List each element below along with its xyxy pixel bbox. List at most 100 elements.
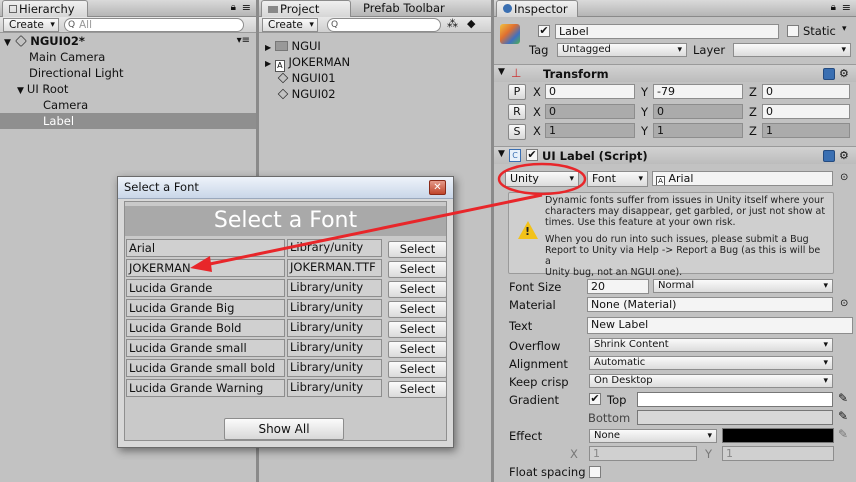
info-icon	[503, 4, 512, 13]
font-button[interactable]: Font	[587, 171, 648, 187]
lock-icon[interactable]: 🔒︎	[231, 2, 236, 13]
hierarchy-item-label[interactable]: Label	[0, 113, 256, 129]
collapse-arrow-icon[interactable]: ▼	[498, 67, 505, 77]
tag-dropdown[interactable]: Untagged	[557, 43, 687, 57]
font-type-dropdown[interactable]: Unity	[505, 171, 579, 187]
hierarchy-item-main-camera[interactable]: Main Camera	[0, 49, 256, 65]
keep-crisp-dropdown[interactable]: On Desktop	[589, 374, 833, 388]
uilabel-header[interactable]: ▼ C ✔ UI Label (Script) ⚙	[494, 146, 856, 164]
scale-x-field[interactable]: 1	[545, 123, 635, 138]
folder-icon	[268, 6, 278, 13]
object-picker-icon[interactable]: ⊙	[840, 172, 848, 183]
select-button[interactable]: Select	[388, 301, 447, 318]
material-field[interactable]: None (Material)	[587, 297, 833, 312]
alignment-dropdown[interactable]: Automatic	[589, 356, 833, 370]
reset-position-button[interactable]: P	[508, 84, 526, 100]
search-input[interactable]: All	[64, 18, 244, 32]
tab-project[interactable]: Project	[261, 0, 351, 17]
panel-menu-icon[interactable]: ≡	[242, 1, 251, 14]
effect-dropdown[interactable]: None	[589, 429, 717, 443]
collapsed-arrow-icon[interactable]: ▶	[265, 59, 271, 68]
position-z-field[interactable]: 0	[762, 84, 850, 99]
gradient-top-color[interactable]	[637, 392, 833, 407]
hierarchy-toolbar: Create All	[0, 17, 256, 33]
hierarchy-item-camera[interactable]: Camera	[0, 97, 256, 113]
position-y-field[interactable]: -79	[653, 84, 743, 99]
static-checkbox[interactable]	[787, 25, 799, 37]
font-style-dropdown[interactable]: Normal	[653, 279, 833, 293]
float-spacing-checkbox[interactable]	[589, 466, 601, 478]
select-button[interactable]: Select	[388, 381, 447, 398]
gear-icon[interactable]: ⚙	[839, 150, 849, 162]
filter-by-label-icon[interactable]: ◆	[467, 17, 475, 30]
scale-z-field[interactable]: 1	[762, 123, 850, 138]
eyedropper-icon[interactable]: ✎	[838, 427, 848, 441]
font-row: Lucida Grande Library/unity Select	[126, 279, 447, 299]
effect-color[interactable]	[722, 428, 834, 443]
panel-menu-icon[interactable]: ≡	[842, 1, 851, 14]
scale-y-field[interactable]: 1	[653, 123, 743, 138]
help-book-icon[interactable]	[823, 68, 835, 80]
scene-menu-icon[interactable]: ▾≡	[237, 33, 250, 49]
gear-icon[interactable]: ⚙	[839, 68, 849, 80]
select-button[interactable]: Select	[388, 241, 447, 258]
gradient-checkbox[interactable]: ✔	[589, 393, 601, 405]
font-size-field[interactable]: 20	[587, 279, 649, 294]
project-toolbar: Create ⁂ ◆	[259, 17, 491, 33]
object-name-field[interactable]: Label	[555, 24, 779, 39]
project-item-jokerman[interactable]: ▶ A JOKERMAN	[259, 54, 491, 72]
dialog-title-bar[interactable]: Select a Font ✕	[118, 177, 453, 199]
lock-icon[interactable]: 🔒︎	[831, 2, 836, 13]
project-item-ngui[interactable]: ▶ NGUI	[259, 38, 491, 54]
effect-x-field[interactable]: 1	[589, 446, 697, 461]
tab-inspector[interactable]: Inspector	[496, 0, 578, 17]
create-button[interactable]: Create	[3, 18, 59, 32]
filter-by-type-icon[interactable]: ⁂	[447, 17, 458, 30]
help-line: Report to Unity via Help -> Report a Bug…	[545, 245, 821, 267]
font-row: Lucida Grande Big Library/unity Select	[126, 299, 447, 319]
rotation-x-field[interactable]: 0	[545, 104, 635, 119]
eyedropper-icon[interactable]: ✎	[838, 391, 848, 405]
select-button[interactable]: Select	[388, 321, 447, 338]
font-name: Arial	[126, 239, 285, 257]
expand-arrow-icon[interactable]: ▼	[17, 86, 24, 96]
collapsed-arrow-icon[interactable]: ▶	[265, 43, 271, 52]
active-checkbox[interactable]: ✔	[538, 25, 550, 37]
create-button[interactable]: Create	[262, 18, 318, 32]
project-item-ngui02[interactable]: NGUI02	[259, 86, 491, 102]
scene-row[interactable]: ▼ NGUI02* ▾≡	[0, 33, 256, 49]
help-line: When you do run into such issues, please…	[545, 234, 809, 245]
rotation-y-field[interactable]: 0	[653, 104, 743, 119]
layer-dropdown[interactable]	[733, 43, 851, 57]
close-icon[interactable]: ✕	[429, 180, 446, 195]
collapse-arrow-icon[interactable]: ▼	[498, 149, 505, 159]
eyedropper-icon[interactable]: ✎	[838, 409, 848, 423]
tab-hierarchy[interactable]: Hierarchy	[2, 0, 88, 17]
tab-prefab-toolbar[interactable]: Prefab Toolbar	[357, 0, 457, 17]
font-object-field[interactable]: A Arial	[652, 171, 833, 186]
select-button[interactable]: Select	[388, 341, 447, 358]
help-book-icon[interactable]	[823, 150, 835, 162]
select-button[interactable]: Select	[388, 281, 447, 298]
overflow-dropdown[interactable]: Shrink Content	[589, 338, 833, 352]
expand-arrow-icon[interactable]: ▼	[4, 38, 11, 48]
project-search-input[interactable]	[327, 18, 441, 32]
select-button[interactable]: Select	[388, 261, 447, 278]
gradient-bottom-color[interactable]	[637, 410, 833, 425]
show-all-button[interactable]: Show All	[224, 418, 344, 440]
object-picker-icon[interactable]: ⊙	[840, 298, 848, 309]
position-x-field[interactable]: 0	[545, 84, 635, 99]
reset-rotation-button[interactable]: R	[508, 104, 526, 120]
rotation-z-field[interactable]: 0	[762, 104, 850, 119]
enabled-checkbox[interactable]: ✔	[526, 149, 538, 161]
static-dropdown-icon[interactable]: ▾	[842, 24, 847, 34]
text-field[interactable]: New Label	[587, 317, 853, 334]
effect-y-field[interactable]: 1	[722, 446, 834, 461]
reset-scale-button[interactable]: S	[508, 124, 526, 140]
hierarchy-item-directional-light[interactable]: Directional Light	[0, 65, 256, 81]
transform-header[interactable]: ▼ ⊥ Transform ⚙	[494, 64, 856, 82]
hierarchy-item-ui-root[interactable]: ▼ UI Root	[0, 81, 256, 97]
project-item-ngui01[interactable]: NGUI01	[259, 70, 491, 86]
select-button[interactable]: Select	[388, 361, 447, 378]
font-row: Lucida Grande Warning Library/unity Sele…	[126, 379, 447, 399]
